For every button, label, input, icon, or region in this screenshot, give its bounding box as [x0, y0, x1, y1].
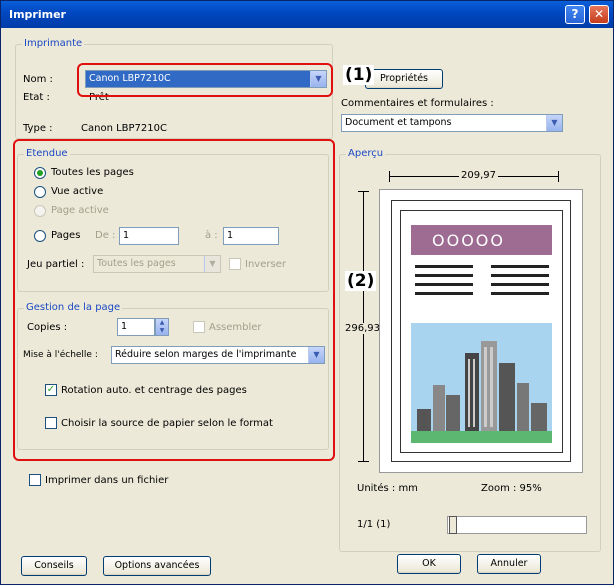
- print-to-file-label[interactable]: Imprimer dans un fichier: [45, 475, 168, 486]
- preview-text-lines-left: [415, 265, 473, 305]
- title-bar: Imprimer ? ✕: [1, 1, 613, 28]
- printer-type-value: Canon LBP7210C: [81, 123, 167, 134]
- height-value: 296,93: [345, 323, 380, 334]
- width-value: 209,97: [459, 170, 498, 181]
- height-tick-top: [358, 191, 369, 192]
- width-tick-right: [558, 171, 559, 182]
- close-icon: ✕: [593, 7, 605, 21]
- callout-two: (2): [345, 271, 377, 291]
- preview-text-lines-right: [491, 265, 549, 305]
- window-title: Imprimer: [9, 8, 66, 21]
- width-tick-left: [389, 171, 390, 182]
- comments-value: Document et tampons: [345, 117, 452, 128]
- preview-header-circles: OOOOO: [432, 231, 505, 250]
- units-label: Unités : mm: [357, 483, 418, 494]
- printer-group-label: Imprimante: [22, 38, 85, 49]
- height-tick-bottom: [358, 461, 369, 462]
- help-button[interactable]: ?: [565, 5, 585, 24]
- page-slider-track[interactable]: [447, 516, 587, 534]
- help-icon: ?: [571, 7, 579, 21]
- close-button[interactable]: ✕: [589, 5, 609, 24]
- city-skyline-icon: [411, 341, 552, 443]
- callout-one: (1): [343, 65, 375, 85]
- highlight-printer-name: [77, 63, 333, 97]
- print-dialog: Imprimer ? ✕ Imprimante Nom : Canon LBP7…: [0, 0, 614, 585]
- printer-type-label: Type :: [23, 123, 53, 134]
- printer-state-label: Etat :: [23, 92, 50, 103]
- properties-button[interactable]: Propriétés: [365, 69, 443, 89]
- preview-group-label: Aperçu: [346, 148, 386, 159]
- comments-select[interactable]: Document et tampons ▼: [341, 114, 563, 132]
- ok-button[interactable]: OK: [397, 554, 461, 574]
- highlight-settings: [13, 139, 335, 461]
- tips-button[interactable]: Conseils: [21, 556, 87, 576]
- cancel-button[interactable]: Annuler: [477, 554, 541, 574]
- comments-label: Commentaires et formulaires :: [341, 98, 494, 109]
- chevron-down-icon: ▼: [546, 115, 562, 131]
- printer-name-label: Nom :: [23, 74, 53, 85]
- preview-city-image: [411, 323, 552, 443]
- preview-page: OOOOO: [391, 200, 571, 462]
- page-counter: 1/1 (1): [357, 519, 391, 530]
- zoom-label: Zoom : 95%: [481, 483, 542, 494]
- advanced-options-button[interactable]: Options avancées: [103, 556, 211, 576]
- print-to-file-checkbox[interactable]: [29, 474, 41, 486]
- page-slider-thumb[interactable]: [449, 516, 457, 534]
- preview-margin-box: OOOOO: [400, 210, 563, 453]
